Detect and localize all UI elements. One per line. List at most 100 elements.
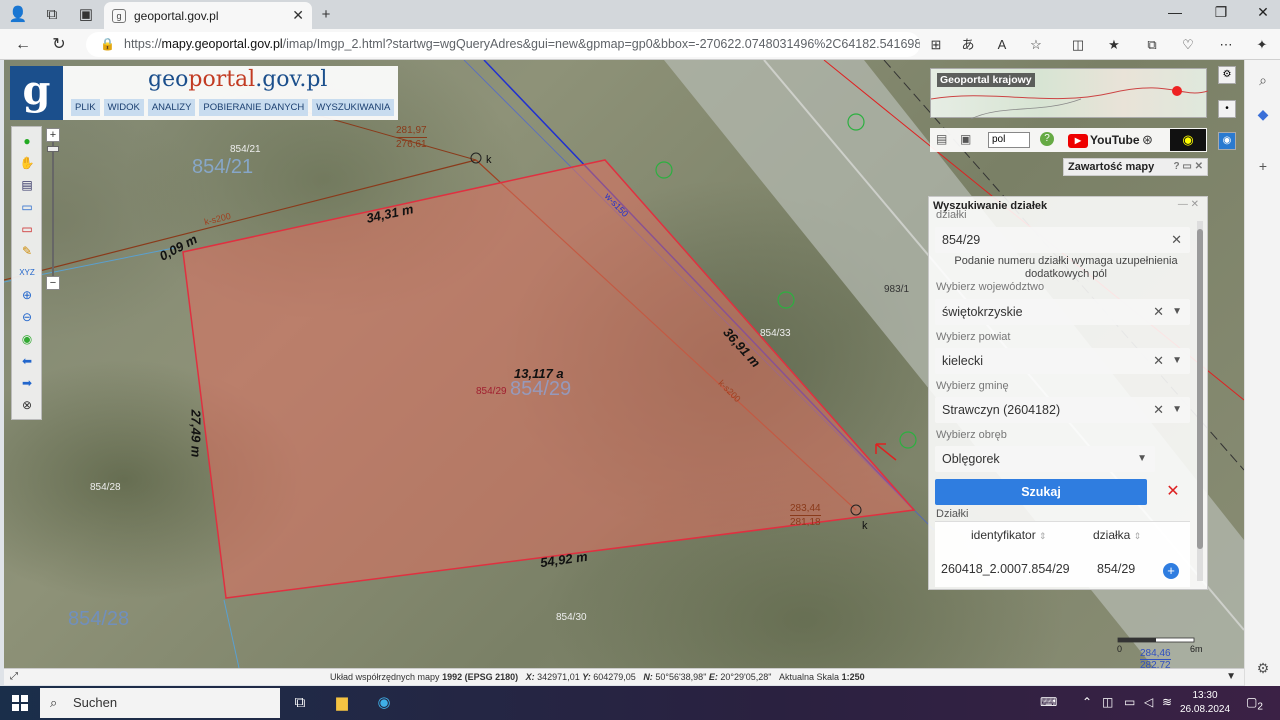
expand-icon[interactable]: ⤢ [10,669,18,685]
profile-icon[interactable]: 👤 [8,5,28,25]
wifi-icon[interactable]: ≋ [1162,695,1172,709]
menu-item-plik[interactable]: PLIK [71,99,100,116]
apps-icon[interactable]: ⊞ [926,35,946,55]
edge-browser-icon[interactable]: ◉ [372,691,396,715]
settings-gear-icon[interactable]: ⚙ [1253,658,1273,678]
draw-pencil-icon[interactable]: ✎ [19,243,35,259]
zoom-knob[interactable] [47,146,59,152]
panel-window-buttons-icon[interactable]: — ✕ [1178,199,1199,210]
zoom-slider[interactable]: + − [45,126,61,292]
network-icon[interactable]: ◫ [1102,695,1113,709]
result-identifier-cell[interactable]: 260418_2.0007.854/29 [941,562,1070,576]
refresh-icon[interactable]: ↻ [48,34,70,56]
favorites-icon[interactable]: ★ [1104,35,1124,55]
menu-item-analizy[interactable]: ANALIZY [147,99,196,116]
search-button[interactable]: Szukaj [935,479,1147,505]
task-view-icon[interactable]: ⧉ [288,691,312,715]
column-header-identifier[interactable]: identyfikator ⇕ [971,528,1047,542]
accessibility-icon[interactable]: ⊛ [1142,132,1153,148]
close-tab-icon[interactable]: ✕ [292,7,304,24]
panel-scroll-thumb[interactable] [1197,229,1203,549]
keyboard-icon[interactable]: ⌨ [1040,695,1057,709]
tab-actions-icon[interactable]: ▣ [76,5,96,25]
map-content-bar[interactable]: Zawartość mapy ? ▭ ✕ [1063,158,1208,176]
zoom-track[interactable] [52,142,54,278]
add-icon[interactable]: + [1253,156,1273,176]
overview-map[interactable]: Geoportal krajowy [930,68,1208,119]
voivodeship-select[interactable]: świętokrzyskie ✕ ▼ [935,299,1190,325]
precinct-select[interactable]: Oblęgorek ▼ [935,446,1155,472]
maximize-icon[interactable]: ❐ [1206,4,1236,21]
volume-icon[interactable]: ◁ [1144,695,1153,709]
chevron-down-icon[interactable]: ▼ [1172,348,1182,374]
view-eye-icon[interactable]: ◉ [1218,132,1236,150]
clear-select-icon[interactable]: ✕ [1153,397,1164,423]
dot-icon[interactable]: • [1218,100,1236,118]
minimize-icon[interactable]: — [1160,4,1190,20]
taskbar-search[interactable]: ⌕ Suchen [40,688,280,718]
browser-essentials-icon[interactable]: ♡ [1178,35,1198,55]
zoom-plus-button[interactable]: + [46,128,60,142]
favorite-star-icon[interactable]: ☆ [1026,35,1046,55]
collections-icon[interactable]: ⧉ [1142,35,1162,55]
layers-list-icon[interactable]: ▤ [19,177,35,193]
clear-select-icon[interactable]: ✕ [1153,348,1164,374]
zoom-minus-button[interactable]: − [46,276,60,290]
chevron-down-icon[interactable]: ▼ [1137,446,1147,472]
workspaces-icon[interactable]: ⧉ [42,5,62,25]
more-menu-icon[interactable]: ⋯ [1216,35,1236,55]
result-parcel-cell[interactable]: 854/29 [1097,562,1135,576]
measure-icon[interactable]: ⊗ [19,397,35,413]
translate-icon[interactable]: あ [958,35,978,55]
menu-item-wyszukiwania[interactable]: WYSZUKIWANIA [312,99,395,116]
scroll-down-icon[interactable]: ▼ [1226,669,1236,685]
chevron-down-icon[interactable]: ▼ [1172,299,1182,325]
pan-hand-icon[interactable]: ✋ [19,155,35,171]
clear-selection-icon[interactable]: ▭ [19,221,35,237]
shopping-tag-icon[interactable]: ◆ [1253,104,1273,124]
county-select[interactable]: kielecki ✕ ▼ [935,348,1190,374]
menu-item-pobieranie[interactable]: POBIERANIE DANYCH [199,99,309,116]
new-tab-icon[interactable]: + [316,5,336,25]
back-icon[interactable]: ← [12,34,34,56]
split-screen-icon[interactable]: ◫ [1068,35,1088,55]
url-input[interactable]: 🔒 https://mapy.geoportal.gov.pl/imap/Imgp… [86,32,920,57]
chevron-down-icon[interactable]: ▼ [1172,397,1182,423]
settings-icon[interactable]: ⚙ [1218,66,1236,84]
clear-input-icon[interactable]: ✕ [1171,227,1182,253]
parcel-number-input[interactable]: 854/29 ✕ [935,227,1190,253]
window-buttons-icon[interactable]: ? ▭ ✕ [1174,159,1204,175]
browser-tab[interactable]: g geoportal.gov.pl ✕ [104,2,312,29]
read-aloud-icon[interactable]: A [992,35,1012,55]
full-extent-globe-icon[interactable]: ◉ [19,331,35,347]
xyz-coordinates-icon[interactable]: XYZ [19,265,35,281]
select-area-icon[interactable]: ▭ [19,199,35,215]
clear-search-icon[interactable]: ✕ [1163,482,1183,502]
column-header-parcel[interactable]: działka ⇕ [1093,528,1141,542]
search-icon[interactable]: ⌕ [1253,70,1273,90]
high-contrast-eye-icon[interactable]: ◉ [1170,129,1206,151]
zoom-in-icon[interactable]: ⊕ [19,287,35,303]
zoom-out-icon[interactable]: ⊖ [19,309,35,325]
previous-view-icon[interactable]: ⬅ [19,353,35,369]
menu-item-widok[interactable]: WIDOK [103,99,144,116]
print-list-icon[interactable]: ▤ [936,132,947,146]
notifications-icon[interactable]: ▢2 [1246,695,1263,712]
file-explorer-icon[interactable]: ▆ [330,691,354,715]
copilot-icon[interactable]: ✦ [1252,35,1272,55]
windows-start-icon[interactable] [12,695,28,711]
info-icon[interactable]: ● [19,133,35,149]
battery-icon[interactable]: ▭ [1124,695,1135,709]
geoportal-logo-icon[interactable]: g [10,66,63,120]
next-view-icon[interactable]: ➡ [19,375,35,391]
language-select[interactable]: pol [988,132,1030,148]
close-window-icon[interactable]: ✕ [1248,4,1278,21]
help-icon[interactable]: ? [1040,132,1054,146]
panel-scrollbar[interactable] [1197,221,1203,581]
tray-chevron-icon[interactable]: ⌃ [1082,695,1092,709]
municipality-select[interactable]: Strawczyn (2604182) ✕ ▼ [935,397,1190,423]
youtube-link[interactable]: ▶ YouTube [1068,131,1140,149]
clear-select-icon[interactable]: ✕ [1153,299,1164,325]
save-disk-icon[interactable]: ▣ [960,132,971,146]
add-result-icon[interactable]: + [1163,563,1179,579]
